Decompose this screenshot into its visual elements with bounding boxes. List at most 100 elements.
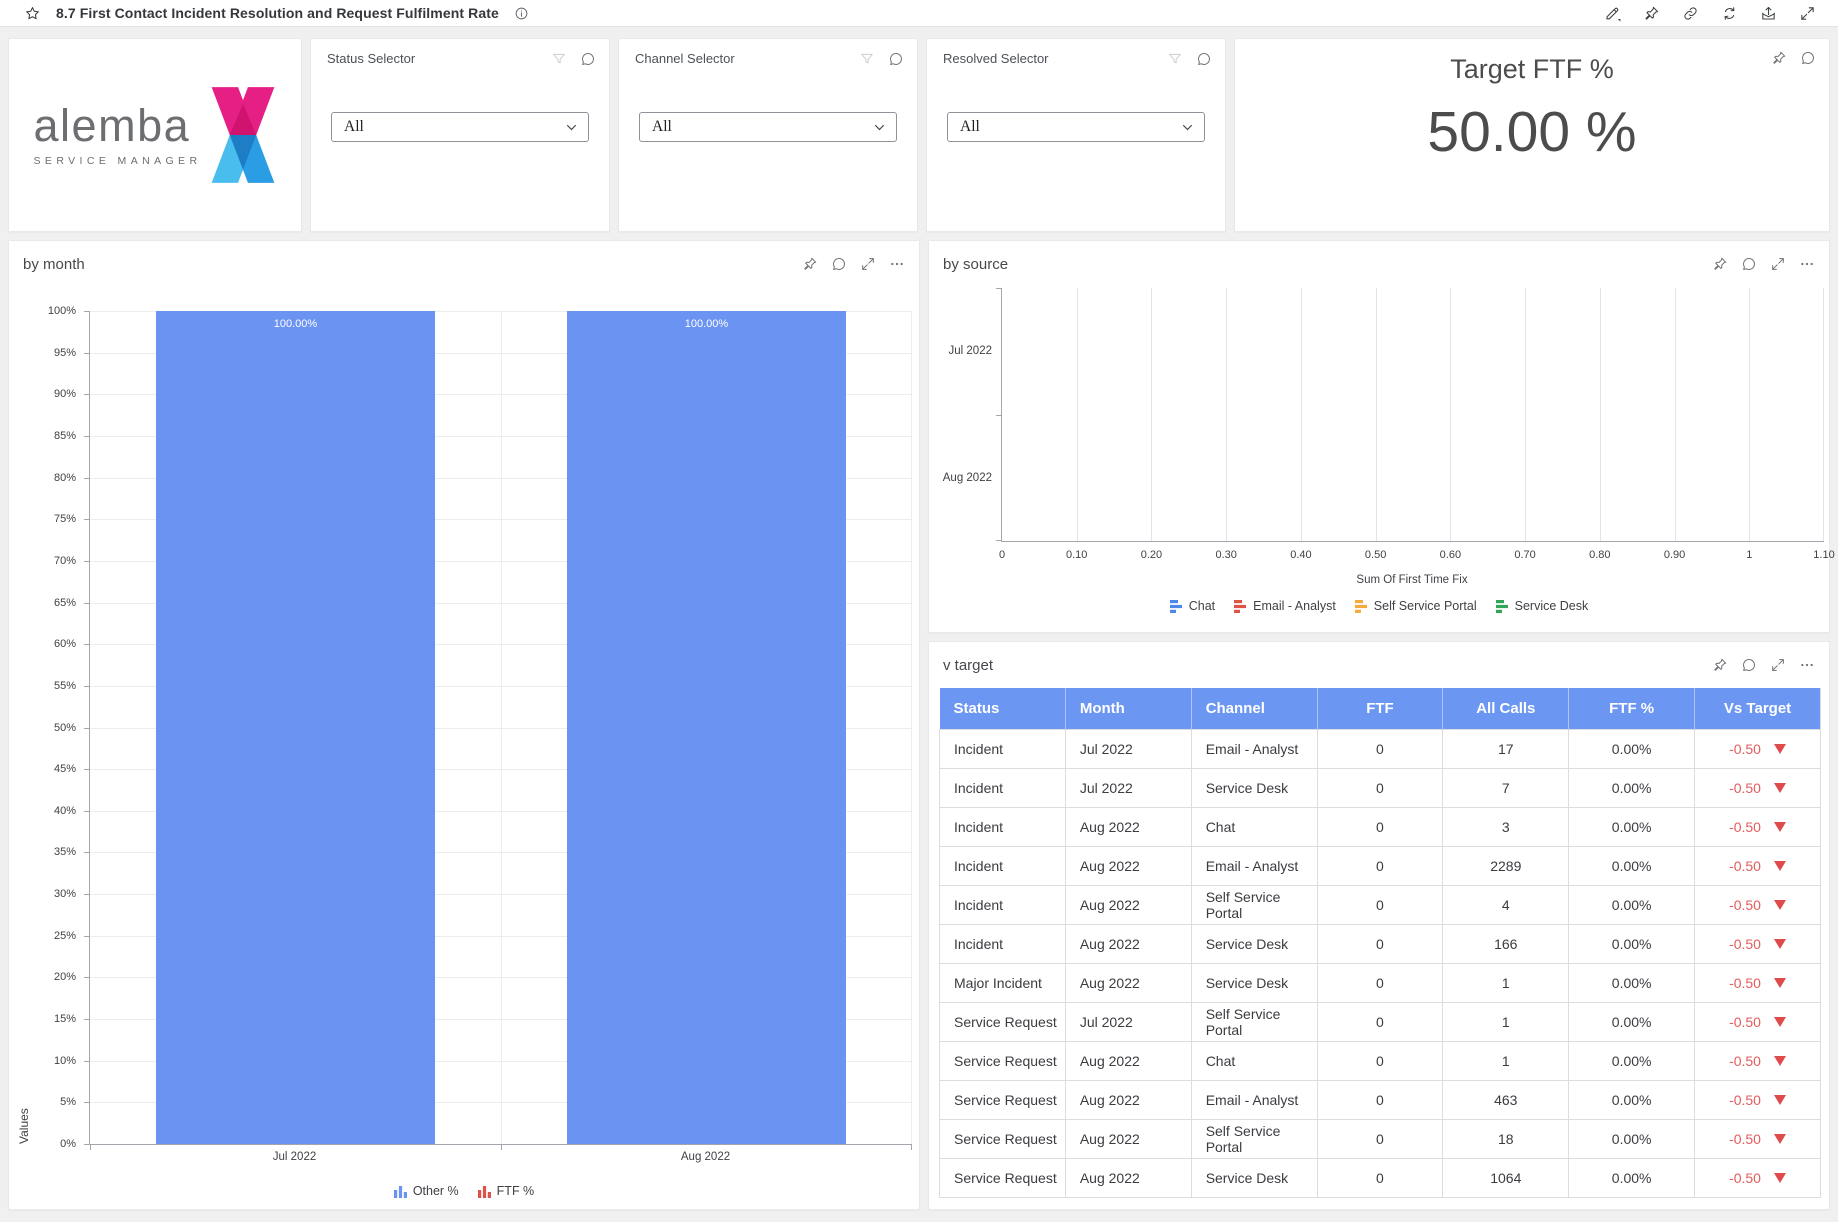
edit-icon[interactable]	[1604, 5, 1621, 22]
x-tick-label: 0.20	[1141, 549, 1162, 561]
fullscreen-icon[interactable]	[1799, 5, 1816, 22]
x-tick-label: 1.10	[1813, 549, 1834, 561]
column-header-ftf-[interactable]: FTF %	[1569, 688, 1695, 730]
vs-target-cell: -0.50	[1696, 897, 1819, 913]
vs-target-cell: -0.50	[1696, 1170, 1819, 1186]
filter-icon[interactable]	[1167, 51, 1183, 67]
channel-selector-widget: Channel Selector All	[618, 38, 918, 232]
legend-swatch-icon	[1496, 600, 1509, 613]
table-cell: Service Request	[940, 1120, 1066, 1159]
y-tick-mark	[84, 686, 90, 687]
comment-icon[interactable]	[1196, 51, 1212, 67]
status-selector-widget: Status Selector All	[310, 38, 610, 232]
more-icon[interactable]	[1799, 657, 1815, 673]
comment-icon[interactable]	[580, 51, 596, 67]
table-cell: 0	[1317, 808, 1443, 847]
x-tick-label: 0	[999, 549, 1005, 561]
widget-icons	[551, 51, 596, 67]
table-row: IncidentJul 2022Service Desk070.00%-0.50	[940, 769, 1821, 808]
legend-item-email-analyst[interactable]: Email - Analyst	[1234, 599, 1336, 613]
comment-icon[interactable]	[831, 256, 847, 272]
table-cell: 0.00%	[1569, 730, 1695, 769]
panel-header: by source	[929, 241, 1829, 279]
vs-target-cell: -0.50	[1696, 1092, 1819, 1108]
table-cell: -0.50	[1695, 886, 1821, 925]
refresh-icon[interactable]	[1721, 5, 1738, 22]
info-icon[interactable]	[514, 6, 529, 21]
chart-legend: Other % FTF %	[9, 1184, 919, 1198]
comment-icon[interactable]	[1800, 50, 1816, 66]
down-triangle-icon	[1774, 900, 1786, 910]
legend-item-other-[interactable]: Other %	[394, 1184, 459, 1198]
more-icon[interactable]	[889, 256, 905, 272]
panel-header: v target	[929, 642, 1829, 680]
kpi-title: Target FTF %	[1235, 54, 1829, 85]
resolved-filter-dropdown[interactable]: All	[947, 112, 1205, 142]
pin-icon[interactable]	[1771, 50, 1787, 66]
y-tick-label: 20%	[26, 971, 76, 983]
table-cell: 0.00%	[1569, 847, 1695, 886]
table-cell: Incident	[940, 808, 1066, 847]
expand-icon[interactable]	[1770, 256, 1786, 272]
vs-target-value: -0.50	[1729, 936, 1761, 952]
comment-icon[interactable]	[1741, 657, 1757, 673]
table-cell: -0.50	[1695, 730, 1821, 769]
gridline	[1151, 288, 1152, 541]
table-cell: Jul 2022	[1065, 769, 1191, 808]
status-filter-dropdown[interactable]: All	[331, 112, 589, 142]
y-tick-label: 0%	[26, 1138, 76, 1150]
vs-target-cell: -0.50	[1696, 819, 1819, 835]
down-triangle-icon	[1774, 783, 1786, 793]
x-tick-mark	[90, 1144, 91, 1150]
y-category-label: Jul 2022	[949, 345, 992, 357]
expand-icon[interactable]	[1770, 657, 1786, 673]
filter-icon[interactable]	[551, 51, 567, 67]
gridline	[1376, 288, 1377, 541]
column-header-status[interactable]: Status	[940, 688, 1066, 730]
column-header-all-calls[interactable]: All Calls	[1443, 688, 1569, 730]
dropdown-value: All	[344, 118, 364, 136]
down-triangle-icon	[1774, 1173, 1786, 1183]
legend-item-ftf-[interactable]: FTF %	[478, 1184, 535, 1198]
y-tick-mark	[84, 977, 90, 978]
y-tick-mark	[84, 519, 90, 520]
filter-icon[interactable]	[859, 51, 875, 67]
legend-item-self-service-portal[interactable]: Self Service Portal	[1355, 599, 1477, 613]
table-cell: Service Request	[940, 1042, 1066, 1081]
pin-icon[interactable]	[1643, 5, 1660, 22]
by-source-chart-panel: by source 00.100.200.300.400.500.600.700…	[928, 240, 1830, 633]
table-row: IncidentAug 2022Email - Analyst022890.00…	[940, 847, 1821, 886]
table-cell: Incident	[940, 925, 1066, 964]
vs-target-value: -0.50	[1729, 897, 1761, 913]
legend-item-chat[interactable]: Chat	[1170, 599, 1215, 613]
x-tick-label: 0.30	[1215, 549, 1236, 561]
comment-icon[interactable]	[1741, 256, 1757, 272]
chevron-down-icon	[1179, 119, 1196, 136]
topbar-actions	[1604, 5, 1816, 22]
comment-icon[interactable]	[888, 51, 904, 67]
bar-other-[interactable]: 100.00%	[567, 311, 846, 1144]
vs-target-cell: -0.50	[1696, 1014, 1819, 1030]
table-cell: Service Request	[940, 1081, 1066, 1120]
pin-icon[interactable]	[1712, 256, 1728, 272]
table-cell: 0	[1317, 769, 1443, 808]
pin-icon[interactable]	[802, 256, 818, 272]
export-icon[interactable]	[1760, 5, 1777, 22]
column-header-ftf[interactable]: FTF	[1317, 688, 1443, 730]
column-header-month[interactable]: Month	[1065, 688, 1191, 730]
gridline	[1749, 288, 1750, 541]
y-tick-mark	[84, 311, 90, 312]
x-tick-label: 0.50	[1365, 549, 1386, 561]
column-header-vs-target[interactable]: Vs Target	[1695, 688, 1821, 730]
expand-icon[interactable]	[860, 256, 876, 272]
vs-target-cell: -0.50	[1696, 975, 1819, 991]
channel-filter-dropdown[interactable]: All	[639, 112, 897, 142]
link-icon[interactable]	[1682, 5, 1699, 22]
pin-icon[interactable]	[1712, 657, 1728, 673]
favorite-star-icon[interactable]	[24, 5, 41, 22]
legend-item-service-desk[interactable]: Service Desk	[1496, 599, 1589, 613]
vs-target-value: -0.50	[1729, 819, 1761, 835]
bar-other-[interactable]: 100.00%	[156, 311, 435, 1144]
more-icon[interactable]	[1799, 256, 1815, 272]
column-header-channel[interactable]: Channel	[1191, 688, 1317, 730]
